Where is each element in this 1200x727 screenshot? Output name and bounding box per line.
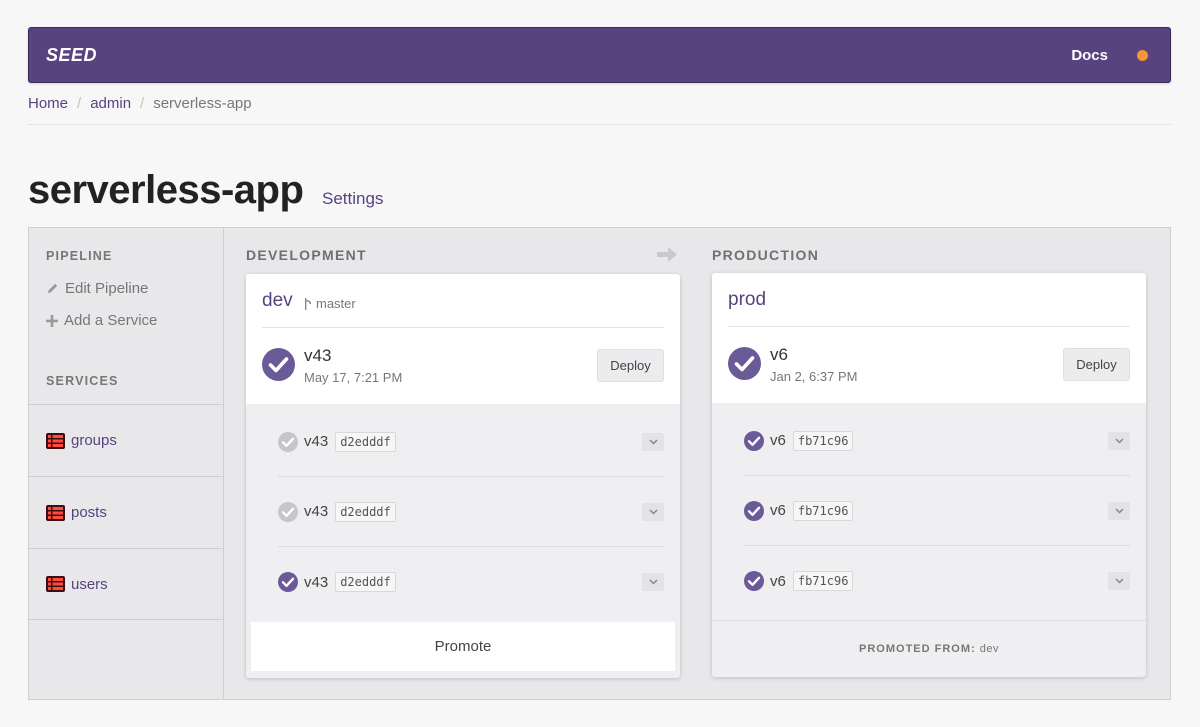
arrow-right-icon [657,247,677,262]
build-row[interactable]: v43 d2edddf [278,407,664,477]
build-row[interactable]: v6 fb71c96 [744,406,1130,476]
check-circle-icon [278,501,298,522]
promote-button[interactable]: Promote [251,622,675,671]
stage-header: dev master v43 May 17, 7:21 PM Deploy [246,274,680,404]
build-version: v43 [304,503,329,520]
build-row[interactable]: v43 d2edddf [278,547,664,617]
service-item-users[interactable]: users [29,548,223,620]
service-item-groups[interactable]: groups [29,404,223,476]
header-divider [28,124,1171,125]
docs-link[interactable]: Docs [1071,47,1108,64]
build-row[interactable]: v6 fb71c96 [744,476,1130,546]
services-heading: SERVICES [46,374,119,388]
service-stack-icon [46,432,65,449]
chevron-down-icon [1114,437,1124,444]
chevron-down-icon [648,579,658,585]
pipeline-heading: PIPELINE [46,249,113,263]
stage-header: prod v6 Jan 2, 6:37 PM Deploy [712,273,1146,403]
build-version: v6 [770,572,786,590]
service-stack-icon [46,504,65,521]
brand-logo[interactable]: SEED [46,45,97,66]
expand-build-button[interactable] [1108,431,1130,450]
commit-hash[interactable]: fb71c96 [792,430,854,451]
promoted-from-label: PROMOTED FROM: dev [712,620,1146,677]
commit-hash[interactable]: d2edddf [335,431,396,452]
breadcrumb-current: serverless-app [153,95,252,112]
service-item-posts[interactable]: posts [29,476,223,548]
add-service-label: Add a Service [64,312,158,329]
expand-build-button[interactable] [1108,572,1130,590]
stage-divider [262,327,664,328]
development-heading: DEVELOPMENT [246,247,367,263]
promoted-from-text: PROMOTED FROM: [859,643,976,655]
check-circle-icon [728,347,761,380]
pencil-icon [47,283,58,294]
check-circle-icon [278,572,298,592]
chevron-down-icon [1114,507,1124,514]
deploy-button[interactable]: Deploy [597,349,664,382]
pipeline-sidebar: PIPELINE Edit Pipeline Add a Service SER… [29,228,224,699]
plus-icon [46,314,58,327]
expand-build-button[interactable] [642,573,664,591]
notification-dot-icon[interactable] [1137,50,1148,61]
production-heading: PRODUCTION [712,247,820,263]
breadcrumb-separator: / [77,95,82,112]
breadcrumb-home[interactable]: Home [28,95,68,112]
commit-hash[interactable]: fb71c96 [792,500,854,521]
check-circle-icon [262,348,295,381]
service-name: posts [71,504,107,521]
edit-pipeline-label: Edit Pipeline [65,280,149,297]
chevron-down-icon [648,438,658,445]
expand-build-button[interactable] [642,432,664,451]
edit-pipeline-link[interactable]: Edit Pipeline [46,280,148,297]
page-title: serverless-app [28,168,304,212]
build-version: v6 [770,502,786,519]
commit-hash[interactable]: d2edddf [335,501,396,522]
stage-divider [728,326,1130,327]
breadcrumb-separator: / [140,95,145,112]
breadcrumb-org[interactable]: admin [90,95,131,112]
chevron-down-icon [1114,578,1124,584]
latest-build-version[interactable]: v43 [304,346,331,366]
settings-link[interactable]: Settings [322,189,383,209]
service-stack-icon [46,576,65,592]
check-circle-icon [744,430,764,451]
build-version: v6 [770,432,786,449]
top-navbar: SEED Docs [28,27,1171,83]
build-row[interactable]: v43 d2edddf [278,477,664,547]
branch-label: master [304,296,356,311]
latest-build-date: Jan 2, 6:37 PM [770,369,858,384]
chevron-down-icon [648,508,658,515]
stage-card-dev: dev master v43 May 17, 7:21 PM Deploy v4… [246,274,680,678]
deploy-button[interactable]: Deploy [1063,348,1130,381]
expand-build-button[interactable] [642,502,664,521]
breadcrumb: Home / admin / serverless-app [28,95,252,112]
latest-build-date: May 17, 7:21 PM [304,370,403,385]
pipeline-panel: PIPELINE Edit Pipeline Add a Service SER… [28,227,1171,700]
promoted-from-stage: dev [979,643,999,655]
stage-name[interactable]: dev [262,290,293,312]
check-circle-icon [278,431,298,452]
add-service-link[interactable]: Add a Service [46,312,157,329]
build-version: v43 [304,573,329,591]
build-row[interactable]: v6 fb71c96 [744,546,1130,616]
commit-hash[interactable]: fb71c96 [792,571,854,591]
check-circle-icon [744,571,764,591]
check-circle-icon [744,500,764,521]
expand-build-button[interactable] [1108,501,1130,520]
build-version: v43 [304,433,329,450]
stage-name[interactable]: prod [728,289,766,311]
branch-icon [305,297,311,310]
latest-build-version[interactable]: v6 [770,345,788,365]
stage-card-prod: prod v6 Jan 2, 6:37 PM Deploy v6 fb71c96… [712,273,1146,677]
commit-hash[interactable]: d2edddf [335,572,396,592]
service-name: users [71,575,108,593]
service-name: groups [71,432,117,449]
branch-name: master [316,296,356,311]
